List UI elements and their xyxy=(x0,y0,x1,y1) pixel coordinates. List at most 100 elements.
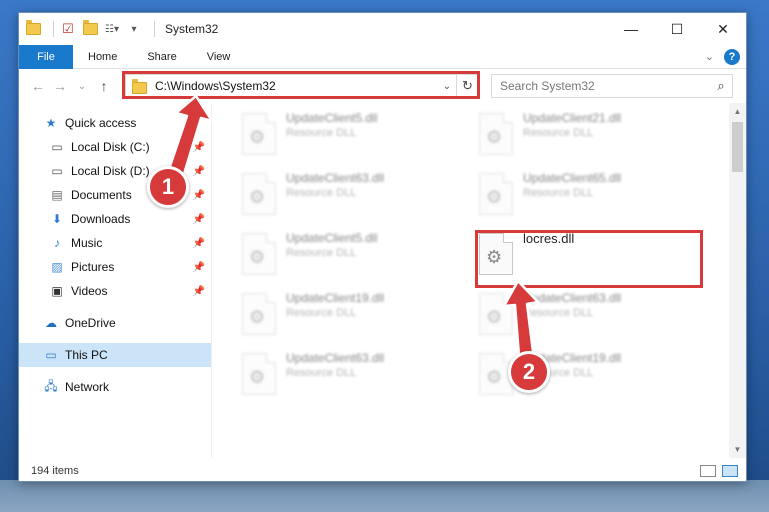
expand-ribbon-icon[interactable]: ⌄ xyxy=(705,50,714,63)
sidebar-item-pictures[interactable]: ▨ Pictures 📌 xyxy=(19,255,211,279)
properties-icon[interactable]: ☑ xyxy=(60,21,76,37)
sidebar-item-label: Music xyxy=(71,236,103,250)
dll-file-icon: ⚙ xyxy=(242,113,276,155)
music-icon: ♪ xyxy=(54,236,60,250)
sidebar-item-music[interactable]: ♪ Music 📌 xyxy=(19,231,211,255)
scroll-thumb[interactable] xyxy=(732,122,743,172)
pin-icon: 📌 xyxy=(192,285,205,297)
file-item[interactable]: ⚙ UpdateClient65.dll Resource DLL xyxy=(479,171,699,227)
file-item[interactable]: ⚙ UpdateClient5.dll Resource DLL xyxy=(242,111,462,167)
dll-file-icon: ⚙ xyxy=(479,233,513,275)
file-type: Resource DLL xyxy=(523,187,594,199)
chevron-down-icon[interactable]: ⌄ xyxy=(438,81,456,92)
scroll-up-icon[interactable]: ▲ xyxy=(729,103,746,120)
dll-file-icon: ⚙ xyxy=(242,353,276,395)
folder-icon xyxy=(132,78,147,94)
sidebar-item-label: This PC xyxy=(65,348,108,362)
file-item[interactable]: ⚙ UpdateClient63.dll Resource DLL xyxy=(242,351,462,407)
sidebar-item-videos[interactable]: ▣ Videos 📌 xyxy=(19,279,211,303)
tab-home[interactable]: Home xyxy=(73,51,132,63)
folder-icon xyxy=(25,20,41,37)
help-icon[interactable]: ? xyxy=(724,48,740,65)
dll-file-icon: ⚙ xyxy=(479,113,513,155)
sidebar-item-label: Pictures xyxy=(71,260,115,274)
minimize-button[interactable]: — xyxy=(608,13,654,45)
item-count: 194 items xyxy=(31,465,79,477)
ribbon-tabs: File Home Share View ⌄ ? xyxy=(19,44,746,69)
address-path[interactable]: C:\Windows\System32 xyxy=(155,79,276,93)
new-folder-icon[interactable] xyxy=(82,20,98,37)
up-arrow-icon[interactable]: ↑ xyxy=(93,78,115,94)
sidebar-item-onedrive[interactable]: ☁ OneDrive xyxy=(19,311,211,335)
chevron-down-icon[interactable]: ▾ xyxy=(126,21,142,37)
refresh-icon[interactable]: ↻ xyxy=(456,75,478,97)
file-type: Resource DLL xyxy=(523,307,594,319)
tiles-view-icon[interactable] xyxy=(722,465,738,477)
callout-badge-2: 2 xyxy=(508,351,550,393)
desktop-background xyxy=(0,480,769,512)
file-type: Resource DLL xyxy=(286,127,357,139)
divider xyxy=(154,21,155,37)
sidebar-item-local-disk-c[interactable]: ▭ Local Disk (C:) 📌 xyxy=(19,135,211,159)
maximize-button[interactable]: ☐ xyxy=(654,13,700,45)
sidebar-item-this-pc[interactable]: ▭ This PC xyxy=(19,343,211,367)
cloud-icon: ☁ xyxy=(45,316,57,330)
close-button[interactable]: ✕ xyxy=(700,13,746,45)
videos-icon: ▣ xyxy=(51,284,63,298)
dll-file-icon: ⚙ xyxy=(479,293,513,335)
file-item[interactable]: ⚙ UpdateClient19.dll Resource DLL xyxy=(242,291,462,347)
pin-icon: 📌 xyxy=(192,213,205,225)
forward-arrow-icon[interactable]: → xyxy=(49,78,71,94)
file-item[interactable]: ⚙ UpdateClient21.dll Resource DLL xyxy=(479,111,699,167)
search-icon[interactable]: ⌕ xyxy=(710,78,732,94)
file-item[interactable]: ⚙ UpdateClient63.dll Resource DLL xyxy=(242,171,462,227)
recent-locations-icon[interactable]: ⌄ xyxy=(71,81,93,92)
network-icon: 🖧 xyxy=(44,378,58,393)
tab-file[interactable]: File xyxy=(19,44,73,69)
sidebar-item-downloads[interactable]: ⬇ Downloads 📌 xyxy=(19,207,211,231)
sidebar-item-network[interactable]: 🖧 Network xyxy=(19,375,211,399)
back-arrow-icon[interactable]: ← xyxy=(27,78,49,94)
dll-file-icon: ⚙ xyxy=(479,173,513,215)
sidebar-item-label: Local Disk (C:) xyxy=(71,140,150,154)
scroll-down-icon[interactable]: ▼ xyxy=(729,441,746,458)
customize-toolbar-icon[interactable]: ☷▾ xyxy=(104,21,120,37)
divider xyxy=(53,21,54,37)
window-title: System32 xyxy=(165,22,219,36)
file-item-locres[interactable]: ⚙ locres.dll xyxy=(479,231,699,287)
details-view-icon[interactable] xyxy=(700,465,716,477)
file-name: locres.dll xyxy=(523,231,575,246)
file-name: UpdateClient65.dll xyxy=(523,171,622,185)
file-type: Resource DLL xyxy=(286,307,357,319)
callout-badge-1: 1 xyxy=(147,166,189,208)
file-type: Resource DLL xyxy=(286,247,357,259)
sidebar-item-quick-access[interactable]: ★ Quick access xyxy=(19,111,211,135)
sidebar-item-label: Quick access xyxy=(65,116,137,130)
pin-icon: 📌 xyxy=(192,237,205,249)
sidebar-item-label: OneDrive xyxy=(65,316,116,330)
dll-file-icon: ⚙ xyxy=(242,173,276,215)
downloads-icon: ⬇ xyxy=(51,212,63,226)
file-list: ⚙ UpdateClient5.dll Resource DLL ⚙ Update… xyxy=(212,103,746,458)
file-item[interactable]: ⚙ UpdateClient5.dll Resource DLL xyxy=(242,231,462,287)
navigation-pane: ★ Quick access ▭ Local Disk (C:) 📌 ▭ Loc… xyxy=(19,103,212,458)
computer-icon: ▭ xyxy=(45,348,57,362)
tab-view[interactable]: View xyxy=(192,51,246,63)
documents-icon: ▤ xyxy=(51,188,63,202)
search-input[interactable]: Search System32 ⌕ xyxy=(491,74,733,98)
sidebar-item-label: Network xyxy=(65,380,110,394)
tab-share[interactable]: Share xyxy=(132,51,191,63)
pin-icon: 📌 xyxy=(192,165,205,177)
sidebar-item-label: Videos xyxy=(71,284,108,298)
drive-icon: ▭ xyxy=(51,164,63,178)
search-placeholder: Search System32 xyxy=(500,79,595,93)
address-bar[interactable]: C:\Windows\System32 ⌄ ↻ xyxy=(125,74,479,98)
pin-icon: 📌 xyxy=(192,189,205,201)
pin-icon: 📌 xyxy=(192,141,205,153)
title-bar: ☑ ☷▾ ▾ System32 — ☐ ✕ xyxy=(19,13,746,45)
vertical-scrollbar[interactable]: ▲ ▼ xyxy=(729,103,746,458)
address-row: ← → ⌄ ↑ C:\Windows\System32 ⌄ ↻ Search S… xyxy=(19,69,746,103)
file-item[interactable]: ⚙ UpdateClient63.dll Resource DLL xyxy=(479,291,699,347)
status-bar: 194 items xyxy=(19,460,746,482)
file-type: Resource DLL xyxy=(286,187,357,199)
